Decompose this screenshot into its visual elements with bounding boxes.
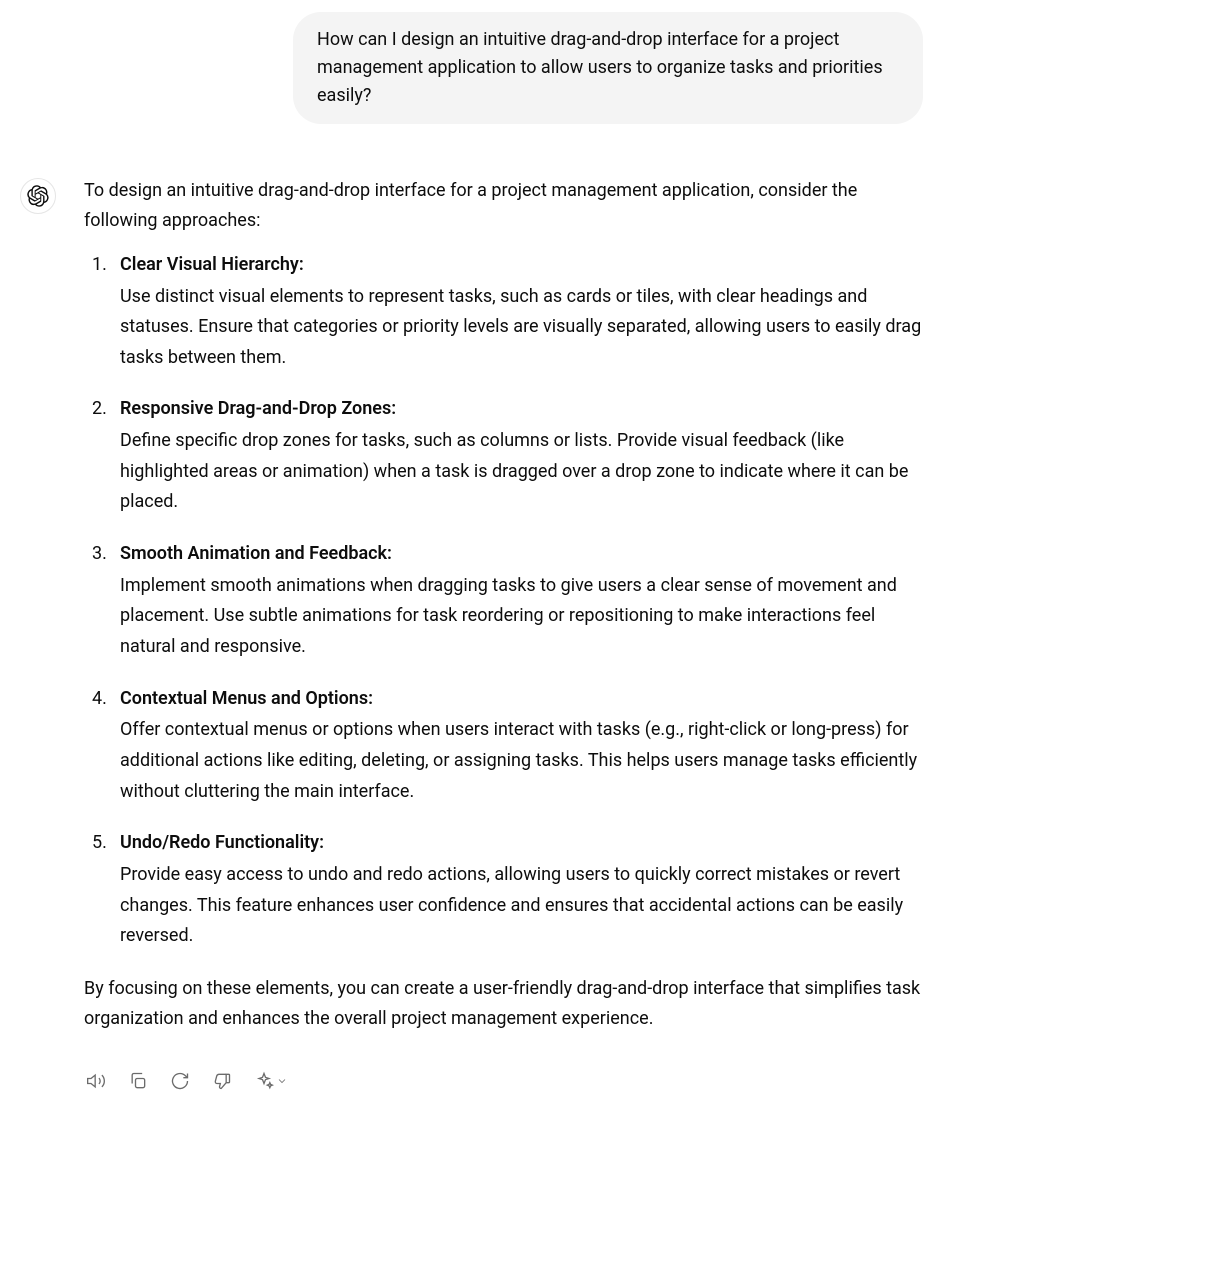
- copy-button[interactable]: [126, 1069, 150, 1093]
- chevron-down-icon: [276, 1075, 288, 1087]
- list-item: Contextual Menus and Options: Offer cont…: [120, 685, 924, 808]
- sparkle-icon: [254, 1071, 274, 1091]
- point-title: Smooth Animation and Feedback:: [120, 543, 392, 564]
- list-item: Clear Visual Hierarchy: Use distinct vis…: [120, 251, 924, 374]
- assistant-message: To design an intuitive drag-and-drop int…: [84, 176, 924, 1093]
- thumbs-down-icon: [212, 1071, 232, 1091]
- list-item: Undo/Redo Functionality: Provide easy ac…: [120, 829, 924, 952]
- read-aloud-button[interactable]: [84, 1069, 108, 1093]
- user-message: How can I design an intuitive drag-and-d…: [293, 12, 923, 124]
- refresh-icon: [170, 1071, 190, 1091]
- copy-icon: [128, 1071, 148, 1091]
- change-model-button[interactable]: [252, 1069, 290, 1093]
- point-title: Clear Visual Hierarchy:: [120, 254, 304, 275]
- list-item: Responsive Drag-and-Drop Zones: Define s…: [120, 395, 924, 518]
- message-action-bar: [84, 1069, 924, 1093]
- assistant-intro: To design an intuitive drag-and-drop int…: [84, 176, 924, 237]
- point-title: Responsive Drag-and-Drop Zones:: [120, 398, 396, 419]
- regenerate-button[interactable]: [168, 1069, 192, 1093]
- list-item: Smooth Animation and Feedback: Implement…: [120, 540, 924, 663]
- point-body: Implement smooth animations when draggin…: [120, 571, 924, 663]
- point-body: Use distinct visual elements to represen…: [120, 282, 924, 374]
- openai-logo-icon: [27, 185, 49, 207]
- bad-response-button[interactable]: [210, 1069, 234, 1093]
- speaker-icon: [86, 1071, 106, 1091]
- assistant-avatar: [20, 178, 56, 214]
- assistant-points-list: Clear Visual Hierarchy: Use distinct vis…: [84, 251, 924, 952]
- assistant-outro: By focusing on these elements, you can c…: [84, 974, 924, 1035]
- point-body: Provide easy access to undo and redo act…: [120, 860, 924, 952]
- point-body: Offer contextual menus or options when u…: [120, 715, 924, 807]
- point-body: Define specific drop zones for tasks, su…: [120, 426, 924, 518]
- point-title: Undo/Redo Functionality:: [120, 832, 324, 853]
- point-title: Contextual Menus and Options:: [120, 688, 373, 709]
